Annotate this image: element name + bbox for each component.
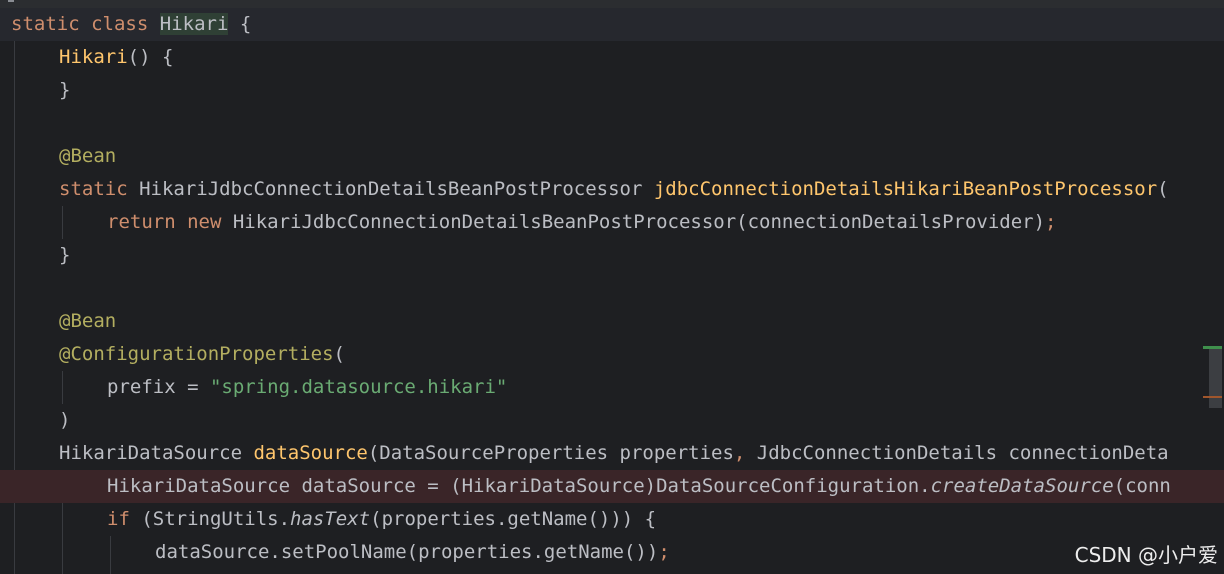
code-text[interactable]: Hikari() {	[59, 41, 173, 74]
code-text[interactable]: }	[59, 239, 70, 272]
fold-marker-icon	[8, 0, 14, 2]
code-line: @Bean	[0, 140, 1224, 173]
code-line: Hikari() {	[0, 41, 1224, 74]
code-line: @Bean	[0, 305, 1224, 338]
code-line: return new HikariJdbcConnectionDetailsBe…	[0, 206, 1224, 239]
code-text[interactable]: @ConfigurationProperties(	[59, 338, 345, 371]
code-text[interactable]: prefix = "spring.datasource.hikari"	[107, 371, 507, 404]
code-text[interactable]: @Bean	[59, 140, 116, 173]
code-text[interactable]: static HikariJdbcConnectionDetailsBeanPo…	[59, 173, 1169, 206]
scrollbar-thumb[interactable]	[1209, 346, 1222, 408]
code-text[interactable]: if (StringUtils.hasText(properties.getNa…	[107, 503, 656, 536]
code-line: HikariDataSource dataSource(DataSourcePr…	[0, 437, 1224, 470]
code-text[interactable]: @Bean	[59, 305, 116, 338]
code-editor[interactable]: static class Hikari { Hikari() { } @Bean…	[0, 0, 1224, 574]
code-line: }	[0, 239, 1224, 272]
change-marker-added[interactable]	[1203, 346, 1222, 349]
code-text[interactable]: dataSource.setPoolName(properties.getNam…	[155, 536, 670, 569]
code-line: static HikariJdbcConnectionDetailsBeanPo…	[0, 173, 1224, 206]
code-line: )	[0, 404, 1224, 437]
code-text[interactable]: static class Hikari {	[11, 8, 251, 41]
code-lines: static class Hikari { Hikari() { } @Bean…	[0, 8, 1224, 569]
code-line: if (StringUtils.hasText(properties.getNa…	[0, 503, 1224, 536]
code-line: }	[0, 74, 1224, 107]
code-text[interactable]: HikariDataSource dataSource = (HikariDat…	[107, 470, 1171, 503]
code-text[interactable]: }	[59, 74, 70, 107]
code-text[interactable]: return new HikariJdbcConnectionDetailsBe…	[107, 206, 1056, 239]
code-line: static class Hikari {	[0, 8, 1224, 41]
code-line: dataSource.setPoolName(properties.getNam…	[0, 536, 1224, 569]
editor-top-strip	[0, 0, 1224, 8]
code-text[interactable]: )	[59, 404, 70, 437]
code-line: prefix = "spring.datasource.hikari"	[0, 371, 1224, 404]
code-line-error: HikariDataSource dataSource = (HikariDat…	[0, 470, 1224, 503]
code-text[interactable]: HikariDataSource dataSource(DataSourcePr…	[59, 437, 1169, 470]
code-line: @ConfigurationProperties(	[0, 338, 1224, 371]
change-marker-modified[interactable]	[1203, 396, 1222, 398]
watermark: CSDN @小户爱	[1074, 543, 1218, 567]
